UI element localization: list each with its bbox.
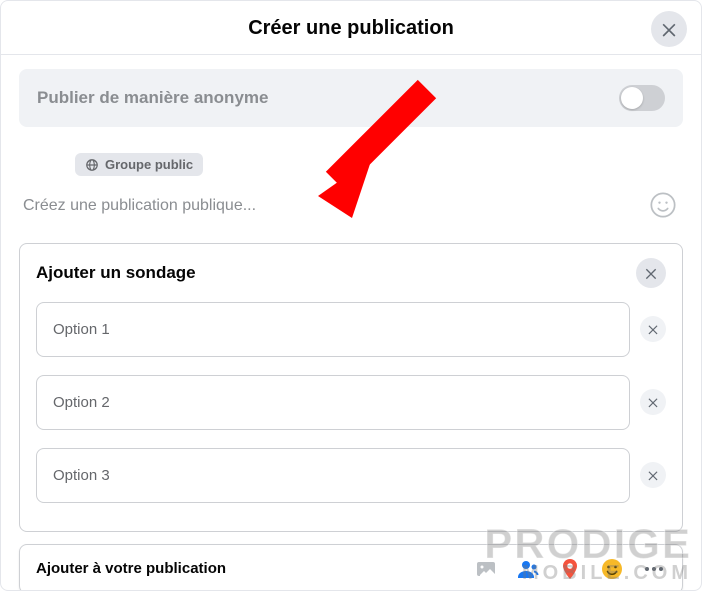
anonymous-toggle[interactable] — [619, 85, 665, 111]
modal-body: Publier de manière anonyme Groupe public… — [1, 55, 701, 590]
close-button[interactable] — [651, 11, 687, 47]
poll-option-row — [36, 375, 666, 430]
anonymous-row: Publier de manière anonyme — [19, 69, 683, 127]
audience-row: Groupe public — [19, 153, 683, 177]
smiley-icon — [649, 191, 677, 219]
composer-placeholder: Créez une publication publique... — [23, 197, 679, 215]
globe-icon — [85, 158, 99, 172]
poll-header: Ajouter un sondage — [36, 258, 666, 288]
more-icon — [645, 567, 663, 571]
check-in-button[interactable] — [558, 557, 582, 581]
photo-icon — [474, 557, 498, 581]
location-pin-icon — [558, 557, 582, 581]
anonymous-label: Publier de manière anonyme — [37, 88, 268, 108]
poll-close-button[interactable] — [636, 258, 666, 288]
poll-option-row — [36, 302, 666, 357]
tag-people-icon — [516, 557, 540, 581]
audience-label: Groupe public — [105, 157, 193, 172]
tag-people-button[interactable] — [516, 557, 540, 581]
poll-option-input[interactable] — [36, 448, 630, 503]
feeling-icon — [600, 557, 624, 581]
composer-area[interactable]: Créez une publication publique... — [19, 197, 683, 237]
audience-selector[interactable]: Groupe public — [75, 153, 203, 176]
close-icon — [659, 19, 679, 39]
poll-option-remove-button[interactable] — [640, 316, 666, 342]
add-to-post-bar: Ajouter à votre publication — [19, 544, 683, 591]
close-icon — [646, 468, 660, 482]
poll-card: Ajouter un sondage — [19, 243, 683, 532]
modal-header: Créer une publication — [1, 1, 701, 55]
poll-option-input[interactable] — [36, 302, 630, 357]
poll-title: Ajouter un sondage — [36, 263, 196, 283]
feeling-button[interactable] — [600, 557, 624, 581]
add-to-post-icons — [474, 557, 666, 581]
more-options-button[interactable] — [642, 557, 666, 581]
poll-option-input[interactable] — [36, 375, 630, 430]
poll-option-row — [36, 448, 666, 503]
close-icon — [646, 395, 660, 409]
modal-title: Créer une publication — [1, 17, 701, 40]
poll-option-remove-button[interactable] — [640, 462, 666, 488]
toggle-knob — [621, 87, 643, 109]
poll-option-remove-button[interactable] — [640, 389, 666, 415]
emoji-picker-button[interactable] — [649, 191, 677, 219]
create-post-modal: Créer une publication Publier de manière… — [0, 0, 702, 591]
close-icon — [643, 265, 659, 281]
photo-video-button[interactable] — [474, 557, 498, 581]
add-to-post-label: Ajouter à votre publication — [36, 560, 226, 577]
close-icon — [646, 322, 660, 336]
